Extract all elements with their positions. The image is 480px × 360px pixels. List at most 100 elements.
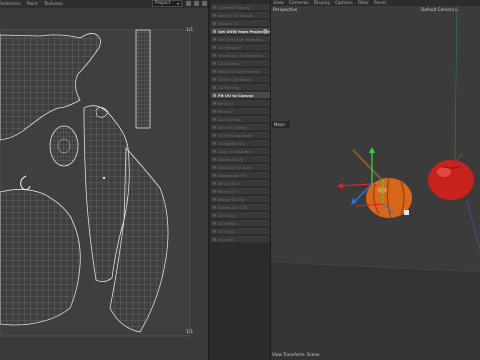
uv-canvas[interactable] — [0, 8, 208, 360]
command-button[interactable]: Distribute UV — [211, 156, 270, 163]
uv-editor-panel: Selection Paint Textures Project ▾ 1/1 1… — [0, 0, 208, 360]
command-icon — [213, 165, 216, 169]
grid-icon[interactable] — [186, 1, 191, 6]
viewport-menu-item[interactable]: Panel — [374, 1, 386, 6]
command-button[interactable]: Straighten UV — [211, 140, 270, 147]
command-label: Lock UV Sel — [218, 116, 241, 122]
command-label: Straighten UV — [218, 140, 245, 146]
command-label: Stretch UV Islands — [218, 76, 253, 82]
command-icon — [213, 149, 216, 153]
viewport-panel[interactable]: View Cameras Display Options Filter Panel Per… — [271, 0, 480, 360]
uv-menu-item[interactable]: Selection — [0, 2, 21, 7]
command-icon — [213, 181, 216, 185]
command-button[interactable]: Relax UV with Pinning — [211, 68, 270, 75]
command-icon — [213, 21, 216, 25]
gizmo-handle[interactable] — [404, 210, 409, 215]
command-button[interactable]: UV Snap — [211, 228, 270, 235]
command-button[interactable]: Terrace UV — [211, 20, 270, 27]
project-select-value: Project — [155, 1, 171, 6]
command-label: Optimal Mapping — [218, 4, 251, 10]
move-tool-label[interactable]: Move — [272, 121, 290, 128]
floor-plane — [271, 262, 480, 360]
viewport-menu-item[interactable]: Display — [314, 1, 331, 6]
command-icon — [213, 45, 216, 49]
view-name: Perspective — [273, 7, 298, 12]
command-button[interactable]: Align to Neighbor — [211, 148, 270, 155]
command-button[interactable]: Lock UV Sel — [211, 116, 270, 123]
viewport-menu-item[interactable]: Filter — [358, 1, 369, 6]
command-label: Rotate UV CW — [218, 196, 245, 202]
apple-object[interactable] — [428, 153, 474, 200]
command-button[interactable]: Mirror UV Y — [211, 188, 270, 195]
command-button[interactable]: Transform UV Selection — [211, 52, 270, 59]
settings-icon[interactable] — [202, 1, 207, 6]
command-button[interactable]: UV Peeler — [211, 220, 270, 227]
uv-menu-item[interactable]: Paint — [27, 2, 38, 7]
command-button[interactable]: UV Tools — [211, 212, 270, 219]
uv-point — [102, 176, 106, 180]
command-icon — [213, 141, 216, 145]
command-button[interactable]: Mirror V — [211, 108, 270, 115]
command-button[interactable]: Realign UV Islands — [211, 12, 270, 19]
uv-menu-item[interactable]: Textures — [44, 2, 63, 7]
command-icon — [213, 213, 216, 217]
command-label: Distribute UV — [218, 156, 244, 162]
command-label: Realign UV Islands — [218, 12, 254, 18]
command-button[interactable]: Mirror UV X — [211, 180, 270, 187]
camera-icon: ▷ — [455, 7, 459, 12]
lock-icon[interactable] — [194, 1, 199, 6]
command-label: Mirror UV X — [218, 180, 240, 186]
command-icon — [213, 205, 216, 209]
uv-command-panel: Optimal Mapping Realign UV Islands Terrace… — [208, 0, 271, 360]
command-icon — [213, 133, 216, 137]
camera-label[interactable]: Default Camera ▷ — [421, 7, 459, 12]
pumpkin-stem — [352, 149, 385, 183]
uv-tile-label-top: 1/1 — [186, 28, 194, 33]
command-label: UV Tools — [218, 212, 234, 218]
command-button[interactable]: Equalize UV Scale — [211, 164, 270, 171]
command-icon — [213, 69, 216, 73]
command-icon — [213, 229, 216, 233]
command-button[interactable]: Stretch UV Islands — [211, 76, 270, 83]
command-icon — [213, 13, 216, 17]
viewport-canvas[interactable] — [271, 0, 480, 360]
command-button[interactable]: Set UVW from Projection — [211, 28, 270, 35]
command-icon — [213, 93, 216, 97]
command-button[interactable]: Set UVW from Selection — [211, 36, 270, 43]
command-button[interactable]: Mirror U — [211, 100, 270, 107]
command-button[interactable]: UV Packing — [211, 84, 270, 91]
viewport-menu-item[interactable]: Cameras — [289, 1, 309, 6]
command-icon — [213, 37, 216, 41]
uv-tile-label-bottom: 1/1 — [186, 330, 194, 335]
command-button[interactable]: Optimal Mapping — [211, 4, 270, 11]
uv-island[interactable] — [49, 125, 79, 167]
command-icon — [213, 77, 216, 81]
command-label: UV Grid Layout — [218, 124, 247, 130]
command-icon — [213, 173, 216, 177]
command-icon — [213, 53, 216, 57]
command-icon — [213, 237, 216, 241]
command-button[interactable]: UV Manager — [211, 44, 270, 51]
gear-icon[interactable] — [263, 29, 268, 34]
command-label: Rotate UV CCW — [218, 204, 248, 210]
command-icon — [213, 125, 216, 129]
viewport-menu-item[interactable]: View — [273, 1, 284, 6]
command-label: Set UVW from Selection — [218, 36, 264, 42]
command-button[interactable]: Rotate UV CW — [211, 196, 270, 203]
command-label: Equalize UV Scale — [218, 164, 252, 170]
command-button[interactable]: UV Rectangularize — [211, 132, 270, 139]
command-label: Mirror V — [218, 108, 233, 114]
command-button[interactable]: UV Unwrap — [211, 60, 270, 67]
chevron-down-icon: ▾ — [176, 1, 179, 6]
viewport-menu-item[interactable]: Options — [335, 1, 352, 6]
command-button[interactable]: UV Grid Layout — [211, 124, 270, 131]
command-button[interactable]: Brushes — [211, 236, 270, 243]
uv-island[interactable] — [135, 29, 151, 129]
command-icon — [213, 189, 216, 193]
world-axis-z — [466, 199, 480, 251]
command-button[interactable]: Fit UV to Canvas — [211, 92, 270, 99]
project-select[interactable]: Project ▾ — [152, 0, 182, 7]
command-label: UV Snap — [218, 228, 235, 234]
command-button[interactable]: Randomize UV — [211, 172, 270, 179]
command-button[interactable]: Rotate UV CCW — [211, 204, 270, 211]
